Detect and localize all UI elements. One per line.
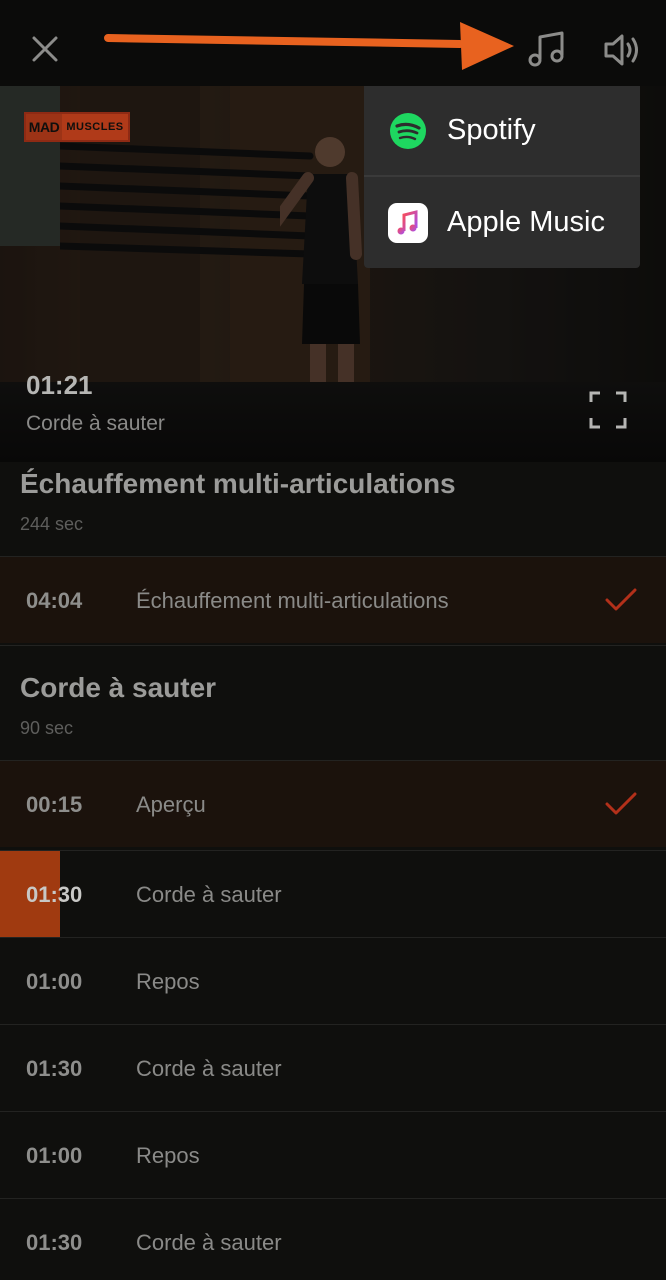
checkmark-icon — [605, 588, 637, 611]
row-time: 01:30 — [26, 882, 83, 907]
menu-item-spotify[interactable]: Spotify — [364, 86, 640, 177]
menu-item-label: Spotify — [447, 114, 536, 146]
music-service-menu: Spotify Apple Music — [364, 86, 640, 268]
logo-part-muscles: MUSCLES — [62, 114, 128, 140]
row-time: 01:00 — [26, 969, 83, 994]
spotify-icon — [390, 112, 426, 149]
row-time: 00:15 — [26, 792, 83, 817]
fullscreen-button[interactable] — [588, 390, 628, 430]
logo-part-mad: MAD — [26, 114, 62, 140]
close-icon — [32, 36, 58, 62]
section-duration: 244 sec — [20, 514, 84, 534]
row-name: Corde à sauter — [136, 1230, 282, 1255]
list-item[interactable]: 01:00 Repos — [0, 1111, 666, 1198]
row-name: Échauffement multi-articulations — [136, 588, 449, 613]
row-time: 01:30 — [26, 1230, 83, 1255]
music-button[interactable] — [524, 27, 570, 73]
row-time: 01:30 — [26, 1056, 83, 1081]
list-item-current[interactable]: 01:30 Corde à sauter — [0, 850, 666, 937]
pointer-arrow-icon — [104, 22, 514, 70]
top-bar — [0, 0, 666, 86]
volume-button[interactable] — [600, 27, 646, 73]
fullscreen-icon — [589, 391, 627, 429]
apple-music-icon — [388, 202, 428, 243]
list-item[interactable]: 01:00 Repos — [0, 937, 666, 1024]
video-exercise-name: Corde à sauter — [26, 412, 165, 435]
menu-item-apple-music[interactable]: Apple Music — [364, 177, 640, 268]
section-title: Corde à sauter — [20, 672, 217, 703]
menu-item-label: Apple Music — [447, 206, 605, 238]
list-item[interactable]: 01:30 Corde à sauter — [0, 1024, 666, 1111]
close-button[interactable] — [26, 30, 64, 68]
brand-logo: MAD MUSCLES — [24, 112, 130, 142]
section-title: Échauffement multi-articulations — [20, 468, 456, 499]
list-item[interactable]: 04:04 Échauffement multi-articulations — [0, 556, 666, 643]
checkmark-icon — [605, 792, 637, 815]
speaker-icon — [604, 34, 638, 66]
row-name: Repos — [136, 969, 200, 994]
row-name: Aperçu — [136, 792, 206, 817]
row-name: Corde à sauter — [136, 882, 282, 907]
row-time: 04:04 — [26, 588, 83, 613]
video-timer: 01:21 — [26, 370, 93, 400]
row-name: Repos — [136, 1143, 200, 1168]
row-name: Corde à sauter — [136, 1056, 282, 1081]
divider — [0, 645, 666, 646]
list-item[interactable]: 01:30 Corde à sauter — [0, 1198, 666, 1280]
music-note-icon — [528, 31, 564, 67]
section-duration: 90 sec — [20, 718, 74, 738]
list-item[interactable]: 00:15 Aperçu — [0, 760, 666, 847]
row-time: 01:00 — [26, 1143, 83, 1168]
